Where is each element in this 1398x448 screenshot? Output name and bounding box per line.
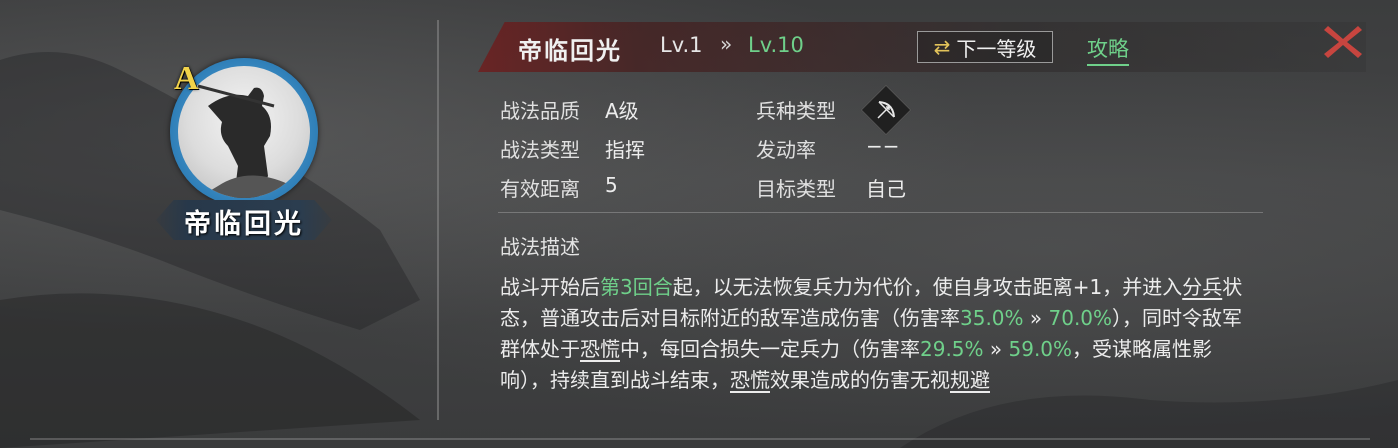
portrait-skill-name: 帝临回光: [184, 209, 304, 240]
section-divider: [498, 212, 1263, 213]
trigger-rate-value: −−: [866, 134, 900, 158]
panic-rate-min: 29.5%: [920, 337, 984, 361]
target-type-label: 目标类型: [756, 177, 836, 201]
desc-arrow: »: [1023, 306, 1049, 330]
next-level-button[interactable]: ⇄ 下一等级: [917, 31, 1053, 63]
keyword-panic[interactable]: 恐慌: [730, 368, 770, 392]
troop-type-label: 兵种类型: [756, 99, 836, 123]
keyword-evade[interactable]: 规避: [950, 368, 990, 392]
description-title: 战法描述: [500, 235, 580, 259]
desc-arrow: »: [983, 337, 1009, 361]
quality-label: 战法品质: [500, 99, 580, 123]
keyword-panic[interactable]: 恐慌: [580, 337, 620, 361]
desc-text: 战斗开始后: [500, 275, 600, 299]
range-label: 有效距离: [500, 177, 580, 201]
close-button[interactable]: [1322, 22, 1364, 62]
close-x-icon: [1324, 26, 1362, 58]
damage-rate-max: 70.0%: [1048, 306, 1113, 330]
next-level-label: 下一等级: [956, 36, 1037, 61]
trigger-rate-label: 发动率: [756, 138, 816, 162]
desc-text: 效果造成的伤害无视: [770, 368, 950, 392]
swap-arrows-icon: ⇄: [933, 35, 951, 59]
quality-value: A级: [605, 99, 639, 123]
vertical-divider: [437, 20, 439, 420]
tactic-type-label: 战法类型: [500, 138, 580, 162]
bow-icon: [877, 101, 895, 119]
damage-rate-min: 35.0%: [960, 306, 1024, 330]
range-value: 5: [605, 173, 618, 197]
grade-letter-badge: A: [174, 60, 199, 97]
level-arrow-icon: »: [720, 32, 733, 56]
tactic-type-value: 指挥: [605, 138, 645, 162]
skill-title: 帝临回光: [518, 37, 622, 65]
bottom-divider: [30, 438, 1370, 440]
target-type-value: 自己: [866, 177, 906, 201]
keyword-split-troops[interactable]: 分兵: [1182, 275, 1222, 299]
desc-highlight-round: 第3回合: [600, 275, 673, 299]
max-level: Lv.10: [748, 33, 804, 57]
guide-link[interactable]: 攻略: [1087, 33, 1129, 66]
current-level: Lv.1: [660, 33, 703, 57]
desc-text: 起，以无法恢复兵力为代价，使自身攻击距离+1，并进入: [672, 275, 1183, 299]
skill-portrait: A 帝临回光: [150, 52, 340, 252]
skill-detail-panel: A 帝临回光 帝临回光 Lv.1 » Lv.10 ⇄ 下一等级 攻略 战法品质 …: [0, 0, 1398, 448]
description-text: 战斗开始后第3回合起，以无法恢复兵力为代价，使自身攻击距离+1，并进入分兵状态，…: [500, 272, 1255, 396]
desc-text: 中，每回合损失一定兵力（伤害率: [620, 337, 920, 361]
panic-rate-max: 59.0%: [1008, 337, 1073, 361]
